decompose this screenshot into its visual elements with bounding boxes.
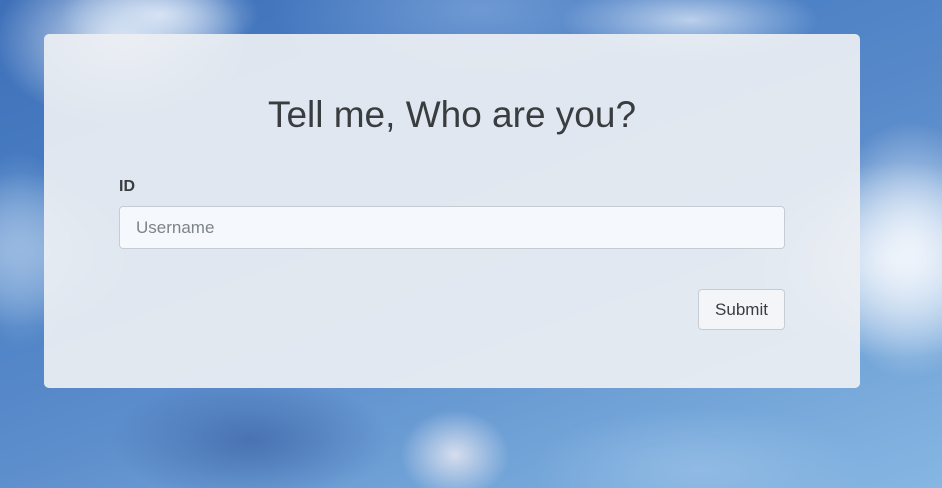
id-label: ID [119, 178, 135, 195]
username-input[interactable] [119, 206, 785, 249]
background-cloud [400, 410, 510, 488]
submit-button[interactable]: Submit [698, 289, 785, 330]
login-card: Tell me, Who are you? ID Submit [44, 34, 860, 388]
page-title: Tell me, Who are you? [267, 94, 637, 135]
